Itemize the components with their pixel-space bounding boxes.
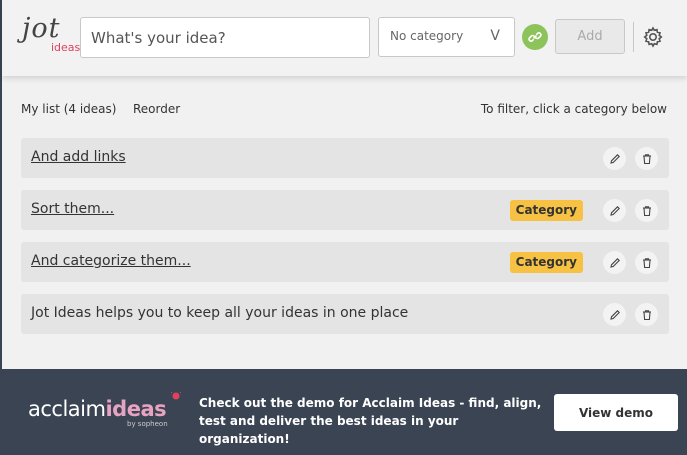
brand-main-text: acclaim xyxy=(28,397,106,421)
promo-banner: acclaimideas by sopheon Check out the de… xyxy=(2,369,687,455)
edit-button[interactable] xyxy=(603,303,626,326)
add-idea-button[interactable]: Add xyxy=(555,19,625,54)
delete-button[interactable] xyxy=(635,303,658,326)
idea-text[interactable]: Sort them... xyxy=(31,201,114,217)
logo-ideas-text: ideas xyxy=(51,41,81,54)
delete-button[interactable] xyxy=(635,147,658,170)
brand-accent-text: ideas xyxy=(105,397,167,421)
chevron-down-icon: V xyxy=(490,28,500,44)
category-badge[interactable]: Category xyxy=(509,200,583,221)
filter-hint: To filter, click a category below xyxy=(480,102,667,116)
trash-icon xyxy=(642,309,651,320)
idea-text: Jot Ideas helps you to keep all your ide… xyxy=(31,305,409,321)
trash-icon xyxy=(642,205,651,216)
idea-row: Sort them... Category xyxy=(21,190,669,230)
category-badge[interactable]: Category xyxy=(509,252,583,273)
header-divider xyxy=(633,22,634,52)
pencil-icon xyxy=(609,257,620,268)
trash-icon xyxy=(642,153,651,164)
edit-button[interactable] xyxy=(603,251,626,274)
idea-row: And add links xyxy=(21,138,669,178)
list-title: My list (4 ideas) xyxy=(21,102,117,116)
trash-icon xyxy=(642,257,651,268)
reorder-link[interactable]: Reorder xyxy=(133,102,180,116)
brand-sub-text: by sopheon xyxy=(127,420,168,428)
idea-row: Jot Ideas helps you to keep all your ide… xyxy=(21,294,669,334)
top-bar: jot ideas No category V Add xyxy=(2,0,687,76)
promo-message: Check out the demo for Acclaim Ideas - f… xyxy=(199,396,542,446)
edit-button[interactable] xyxy=(603,147,626,170)
idea-input[interactable] xyxy=(80,17,370,58)
idea-text[interactable]: And add links xyxy=(31,149,126,165)
acclaim-ideas-logo[interactable]: acclaimideas xyxy=(28,391,181,421)
pencil-icon xyxy=(609,309,620,320)
gear-icon xyxy=(643,26,663,48)
lightbulb-icon xyxy=(171,391,181,400)
pencil-icon xyxy=(609,205,620,216)
pencil-icon xyxy=(609,153,620,164)
view-demo-button[interactable]: View demo xyxy=(554,394,678,431)
delete-button[interactable] xyxy=(635,199,658,222)
idea-row: And categorize them... Category xyxy=(21,242,669,282)
jot-ideas-logo[interactable]: jot ideas xyxy=(22,13,80,57)
link-icon xyxy=(528,32,542,42)
logo-jot-text: jot xyxy=(22,13,61,44)
category-select-value: No category xyxy=(390,29,464,43)
delete-button[interactable] xyxy=(635,251,658,274)
idea-text[interactable]: And categorize them... xyxy=(31,253,191,269)
edit-button[interactable] xyxy=(603,199,626,222)
add-link-button[interactable] xyxy=(522,24,548,50)
settings-button[interactable] xyxy=(642,26,664,48)
category-select[interactable]: No category V xyxy=(378,17,515,57)
